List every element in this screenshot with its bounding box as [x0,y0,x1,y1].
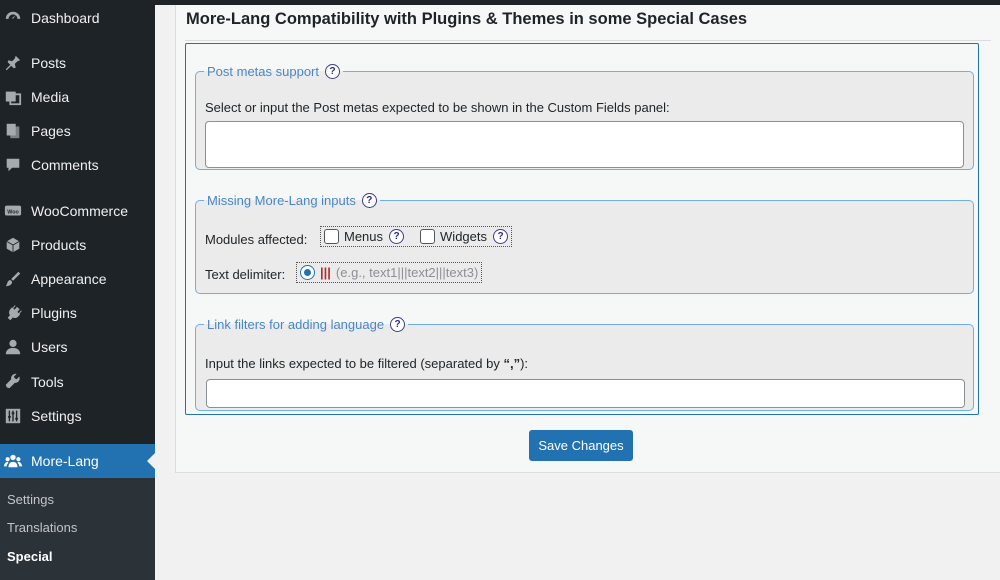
admin-sidebar: Dashboard Posts Media Pages Comments Woo… [0,0,155,580]
link-filters-input[interactable] [206,379,965,408]
submenu-item-settings[interactable]: Settings [7,492,54,507]
menus-checkbox[interactable] [324,229,339,244]
help-icon[interactable]: ? [389,229,405,244]
help-icon[interactable]: ? [361,193,377,208]
widgets-checkbox[interactable] [420,229,436,244]
plug-icon [4,304,22,322]
submenu-item-special[interactable]: Special [7,549,53,564]
link-filters-group: Link filters for adding language ? Input… [195,317,974,411]
sidebar-item-products[interactable]: Products [0,228,155,262]
sidebar-item-settings[interactable]: Settings [0,399,155,433]
sidebar-item-pages[interactable]: Pages [0,114,155,148]
post-metas-description: Select or input the Post metas expected … [205,100,670,115]
sidebar-item-plugins[interactable]: Plugins [0,296,155,330]
brush-icon [4,270,22,288]
sliders-icon [4,407,22,425]
help-icon[interactable]: ? [325,64,340,79]
settings-panel: More-Lang Compatibility with Plugins & T… [175,5,1000,473]
sidebar-item-label: Products [31,237,87,253]
missing-inputs-legend: Missing More-Lang inputs ? [204,193,380,208]
delimiter-example: (e.g., text1|||text2|||text3) [335,265,479,280]
sidebar-item-label: Media [31,89,70,105]
sidebar-item-more-lang[interactable]: More-Lang [0,444,155,478]
box-icon [4,236,22,254]
settings-section: Post metas support ? Select or input the… [185,43,979,415]
dashboard-icon [4,9,22,27]
sidebar-item-label: Tools [31,374,64,390]
sidebar-item-woocommerce[interactable]: Woo WooCommerce [0,194,155,228]
post-metas-group: Post metas support ? Select or input the… [195,64,974,170]
legend-text: Link filters for adding language [207,317,385,332]
sidebar-item-label: Users [31,339,68,355]
active-indicator [147,453,155,469]
sidebar-item-label: More-Lang [31,453,99,469]
sidebar-item-label: Posts [31,55,67,71]
help-icon[interactable]: ? [493,229,508,244]
delimiter-radio[interactable] [300,265,315,280]
sidebar-item-label: Plugins [31,305,77,321]
help-icon[interactable]: ? [390,317,406,332]
menus-label: Menus [344,229,384,244]
legend-text: Missing More-Lang inputs [207,193,356,208]
divider [185,40,991,41]
wrench-icon [4,373,22,391]
delimiter-options: ||| (e.g., text1|||text2|||text3) [296,262,483,283]
widgets-label: Widgets [440,229,487,244]
sidebar-item-label: Comments [31,157,99,173]
user-icon [4,338,22,356]
sidebar-item-posts[interactable]: Posts [0,46,155,80]
pin-icon [4,54,22,72]
svg-text:Woo: Woo [7,209,19,215]
modules-label: Modules affected: [205,232,308,247]
sidebar-item-comments[interactable]: Comments [0,148,155,182]
sidebar-item-label: Pages [31,123,71,139]
modules-options: Menus ? Widgets ? [320,226,512,247]
missing-inputs-group: Missing More-Lang inputs ? Modules affec… [195,193,974,294]
submenu-item-translations[interactable]: Translations [7,520,77,535]
more-lang-submenu: Settings Translations Special [0,478,155,580]
people-icon [4,452,22,470]
page-title: More-Lang Compatibility with Plugins & T… [186,10,748,28]
save-button[interactable]: Save Changes [529,430,633,461]
sidebar-item-label: WooCommerce [31,203,128,219]
sidebar-item-label: Appearance [31,271,107,287]
post-metas-legend: Post metas support ? [204,64,343,79]
link-filters-legend: Link filters for adding language ? [204,317,408,332]
pages-icon [4,122,22,140]
media-icon [4,88,22,106]
sidebar-item-label: Dashboard [31,10,100,26]
sidebar-item-appearance[interactable]: Appearance [0,262,155,296]
post-metas-input[interactable] [205,121,964,168]
sidebar-item-media[interactable]: Media [0,80,155,114]
sidebar-item-dashboard[interactable]: Dashboard [0,1,155,35]
sidebar-item-label: Settings [31,408,82,424]
woo-icon: Woo [4,202,22,220]
comment-icon [4,156,22,174]
link-filters-description: Input the links expected to be filtered … [205,356,529,371]
legend-text: Post metas support [207,64,319,79]
delimiter-value: ||| [320,265,331,280]
sidebar-item-tools[interactable]: Tools [0,365,155,399]
sidebar-item-users[interactable]: Users [0,330,155,364]
delimiter-label: Text delimiter: [205,267,286,282]
